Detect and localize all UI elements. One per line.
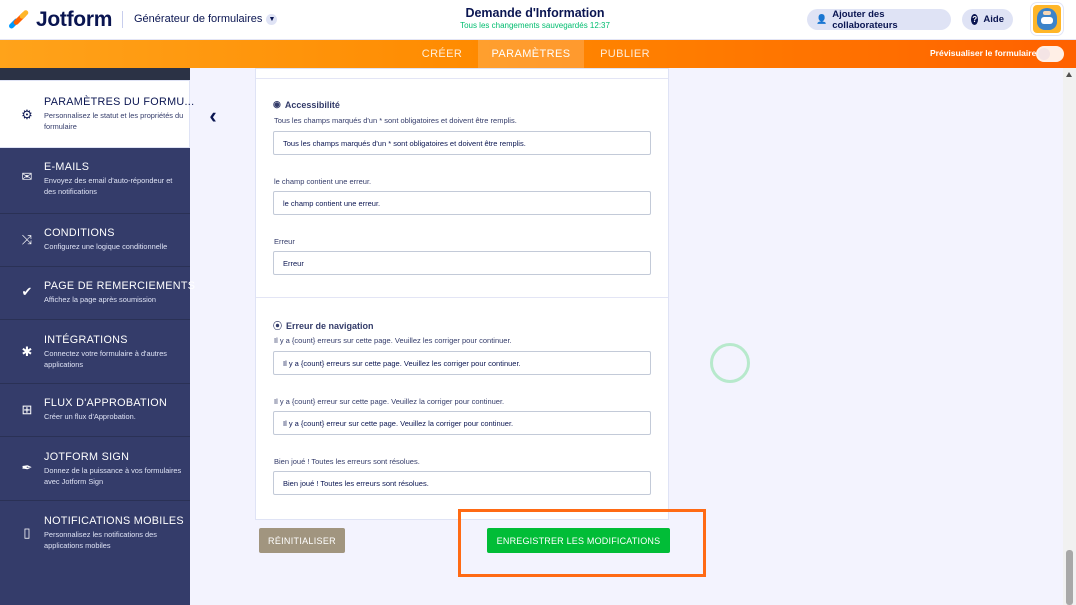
page-scrollbar[interactable] xyxy=(1063,68,1076,605)
avatar[interactable] xyxy=(1031,3,1063,35)
error-input[interactable]: Erreur xyxy=(273,251,651,275)
pen-icon: ✒ xyxy=(21,460,33,475)
envelope-icon: ✉ xyxy=(21,169,33,184)
gear-icon: ⚙ xyxy=(21,107,33,122)
settings-sidebar: ⚙ PARAMÈTRES DU FORMU... Personnalisez l… xyxy=(0,68,195,605)
navigation-error-section-title: ⦿ Erreur de navigation xyxy=(273,319,374,332)
sidebar-item-jotform-sign[interactable]: ✒ JOTFORM SIGN Donnez de la puissance à … xyxy=(0,437,190,501)
builder-dropdown[interactable]: Générateur de formulaires ▼ xyxy=(134,13,278,25)
sidebar-item-title: FLUX D'APPROBATION xyxy=(44,397,168,409)
sidebar-item-title: PARAMÈTRES DU FORMU... xyxy=(44,96,195,108)
flow-icon: ⊞ xyxy=(21,402,33,417)
chevron-down-icon: ▼ xyxy=(266,13,278,25)
sidebar-item-form-settings[interactable]: ⚙ PARAMÈTRES DU FORMU... Personnalisez l… xyxy=(0,80,194,148)
loading-spinner-icon xyxy=(710,343,750,383)
sidebar-item-emails[interactable]: ✉ E-MAILS Envoyez des email d'auto-répon… xyxy=(0,148,190,214)
form-title-block: Demande d'Information Tous les changemen… xyxy=(435,6,635,30)
sidebar-item-desc: Personnalisez les notifications des appl… xyxy=(44,530,157,550)
puzzle-icon: ✱ xyxy=(21,344,33,359)
divider xyxy=(256,78,668,79)
sidebar-item-desc: Configurez une logique conditionnelle xyxy=(44,242,168,251)
builder-label: Générateur de formulaires xyxy=(134,13,263,25)
sidebar-top-strip xyxy=(0,68,190,80)
required-fields-label: Tous les champs marqués d'un * sont obli… xyxy=(274,116,517,125)
error-label: Erreur xyxy=(274,237,295,246)
logo-text: Jotform xyxy=(36,8,113,31)
header-divider xyxy=(122,11,123,28)
mobile-icon: ▯ xyxy=(23,525,31,540)
sidebar-item-desc: Créer un flux d'Approbation. xyxy=(44,412,136,421)
user-icon: 👤 xyxy=(816,14,828,24)
preview-form-label: Prévisualiser le formulaire xyxy=(930,48,1037,58)
sidebar-item-desc: Connectez votre formulaire à d'autres ap… xyxy=(44,349,168,369)
top-bar: Jotform Générateur de formulaires ▼ Dema… xyxy=(0,0,1076,40)
divider xyxy=(256,297,668,298)
check-circle-icon: ✔ xyxy=(21,284,33,299)
preview-toggle[interactable] xyxy=(1036,46,1064,62)
help-button[interactable]: ? Aide xyxy=(962,9,1013,30)
sidebar-item-title: NOTIFICATIONS MOBILES xyxy=(44,515,184,527)
sidebar-item-title: E-MAILS xyxy=(44,161,90,173)
scroll-thumb[interactable] xyxy=(1066,550,1073,605)
help-label: Aide xyxy=(983,14,1004,25)
single-error-input[interactable]: Il y a {count} erreur sur cette page. Ve… xyxy=(273,411,651,435)
sidebar-item-title: JOTFORM SIGN xyxy=(44,451,130,463)
sidebar-item-integrations[interactable]: ✱ INTÉGRATIONS Connectez votre formulair… xyxy=(0,320,190,384)
jotform-logo-icon xyxy=(7,9,30,31)
tab-publish[interactable]: PUBLIER xyxy=(590,40,660,68)
main-nav: CRÉER PARAMÈTRES PUBLIER Prévisualiser l… xyxy=(0,40,1076,68)
required-fields-input[interactable]: Tous les champs marqués d'un * sont obli… xyxy=(273,131,651,155)
settings-card: ◉ Accessibilité Tous les champs marqués … xyxy=(255,68,669,520)
add-collaborators-label: Ajouter des collaborateurs xyxy=(832,8,898,31)
errors-resolved-input[interactable]: Bien joué ! Toutes les erreurs sont réso… xyxy=(273,471,651,495)
single-error-label: Il y a {count} erreur sur cette page. Ve… xyxy=(274,397,505,406)
sidebar-item-desc: Donnez de la puissance à vos formulaires… xyxy=(44,466,182,486)
sidebar-item-desc: Envoyez des email d'auto-répondeur et de… xyxy=(44,176,173,196)
shuffle-icon: ⤨ xyxy=(21,232,33,247)
form-title[interactable]: Demande d'Information xyxy=(435,6,635,20)
errors-resolved-label: Bien joué ! Toutes les erreurs sont réso… xyxy=(274,457,420,466)
accessibility-title: Accessibilité xyxy=(284,99,340,110)
multiple-errors-input[interactable]: Il y a {count} erreurs sur cette page. V… xyxy=(273,351,651,375)
target-icon: ⦿ xyxy=(273,321,283,331)
sidebar-item-title: PAGE DE REMERCIEMENTS xyxy=(44,280,196,292)
save-status: Tous les changements sauvegardés 12:37 xyxy=(460,21,610,30)
collapse-sidebar-chevron-left-icon[interactable]: ‹ xyxy=(203,103,223,128)
sidebar-item-desc: Affichez la page après soumission xyxy=(44,295,157,304)
sidebar-item-title: CONDITIONS xyxy=(44,227,115,239)
sidebar-item-desc: Personnalisez le statut et les propriété… xyxy=(44,111,184,131)
help-icon: ? xyxy=(971,14,979,25)
navigation-error-title: Erreur de navigation xyxy=(286,320,374,331)
field-error-label: le champ contient une erreur. xyxy=(274,177,372,186)
sidebar-item-approval-flow[interactable]: ⊞ FLUX D'APPROBATION Créer un flux d'App… xyxy=(0,384,190,437)
sidebar-item-thank-you-page[interactable]: ✔ PAGE DE REMERCIEMENTS Affichez la page… xyxy=(0,267,195,320)
tab-create[interactable]: CRÉER xyxy=(412,40,472,68)
reset-button[interactable]: RÉINITIALISER xyxy=(259,528,345,553)
sidebar-item-title: INTÉGRATIONS xyxy=(44,334,128,346)
add-collaborators-button[interactable]: 👤 Ajouter des collaborateurs xyxy=(807,8,951,31)
eye-icon: ◉ xyxy=(273,99,281,109)
avatar-face-icon xyxy=(1037,8,1057,30)
scroll-up-arrow-icon[interactable] xyxy=(1066,72,1072,77)
jotform-logo[interactable]: Jotform xyxy=(7,8,113,32)
save-button-highlight xyxy=(458,509,706,577)
multiple-errors-label: Il y a {count} erreurs sur cette page. V… xyxy=(274,336,512,345)
sidebar-item-conditions[interactable]: ⤨ CONDITIONS Configurez une logique cond… xyxy=(0,214,190,267)
tab-settings[interactable]: PARAMÈTRES xyxy=(478,40,584,68)
accessibility-section-title: ◉ Accessibilité xyxy=(273,99,340,110)
field-error-input[interactable]: le champ contient une erreur. xyxy=(273,191,651,215)
sidebar-item-mobile-notifications[interactable]: ▯ NOTIFICATIONS MOBILES Personnalisez le… xyxy=(0,501,190,565)
